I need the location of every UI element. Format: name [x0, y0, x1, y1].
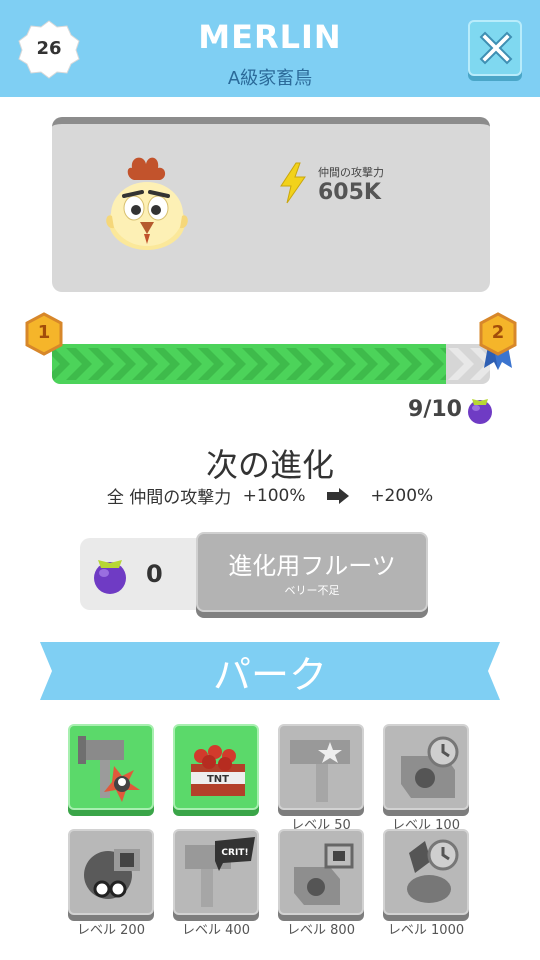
- fruit-inventory: 0: [80, 538, 210, 610]
- svg-text:CRIT!: CRIT!: [221, 848, 248, 858]
- hero-name: MERLIN: [198, 18, 342, 56]
- hero-rank: A級家畜鳥: [227, 68, 313, 89]
- evolution-progress-bar: [52, 344, 490, 384]
- evolve-fruit-button[interactable]: 進化用フルーツ ベリー不足: [196, 532, 428, 612]
- perk-tile-speaker[interactable]: [278, 829, 364, 915]
- diamond-clock-icon: [407, 839, 459, 903]
- next-evolution-title: 次の進化: [205, 446, 334, 484]
- berry-icon: [468, 399, 492, 424]
- fruit-count: 0: [146, 560, 163, 588]
- progress-chevrons: [52, 348, 446, 380]
- milestone-start-number: 1: [37, 322, 51, 343]
- bonus-label: 全 仲間の攻撃力: [106, 488, 232, 508]
- close-icon: [479, 31, 513, 65]
- chicken-hero-icon: [106, 157, 188, 250]
- progress-fill: [52, 344, 446, 384]
- perk-tile-tnt[interactable]: TNT: [173, 724, 259, 810]
- perk-level-label: レベル 200: [77, 923, 145, 938]
- lightning-icon: [280, 162, 306, 204]
- milestone-end-number: 2: [491, 322, 505, 343]
- crit-hammer-icon: CRIT!: [185, 837, 255, 907]
- tnt-icon: TNT: [191, 745, 245, 796]
- perk-tile-hammer-crow[interactable]: [68, 724, 154, 810]
- evolve-button-label: 進化用フルーツ: [228, 552, 396, 580]
- power-label: 仲間の攻撃力: [318, 166, 384, 179]
- perk-section-title: パーク: [212, 653, 327, 697]
- crow-glasses-icon: [84, 849, 140, 899]
- svg-text:TNT: TNT: [207, 774, 229, 785]
- hammer-star-icon: [290, 740, 350, 802]
- bonus-current: +100%: [242, 485, 306, 506]
- perk-tile-crow-glasses[interactable]: [68, 829, 154, 915]
- perk-level-label: レベル 800: [287, 923, 355, 938]
- milestone-end-badge: 2: [478, 312, 518, 372]
- evolution-bonus-row: 全 仲間の攻撃力 +100% +200%: [0, 483, 540, 509]
- hammer-crow-icon: [78, 736, 140, 802]
- perk-level-label: レベル 100: [392, 818, 460, 833]
- berry-icon: [94, 560, 126, 594]
- perk-tile-hammer-star[interactable]: [278, 724, 364, 810]
- perk-level-label: レベル 1000: [387, 923, 465, 938]
- perk-tile-diamond-clock[interactable]: [383, 829, 469, 915]
- bonus-next: +200%: [370, 485, 434, 506]
- perk-tile-crit-hammer[interactable]: CRIT!: [173, 829, 259, 915]
- power-value: 605K: [318, 180, 381, 205]
- close-button[interactable]: [468, 20, 522, 76]
- speaker-icon: [294, 843, 354, 905]
- hero-card: 仲間の攻撃力 605K: [52, 117, 490, 292]
- speaker-clock-icon: [401, 736, 459, 798]
- perk-level-label: レベル 400: [182, 923, 250, 938]
- perk-tile-speaker-clock[interactable]: [383, 724, 469, 810]
- progress-count: 9/10: [408, 397, 462, 422]
- evolve-button-sublabel: ベリー不足: [284, 584, 340, 597]
- perk-level-label: レベル 50: [291, 818, 351, 833]
- arrow-right-icon: [326, 487, 349, 504]
- header-bar: 26 MERLIN A級家畜鳥: [0, 0, 540, 97]
- milestone-start-badge: 1: [24, 312, 64, 356]
